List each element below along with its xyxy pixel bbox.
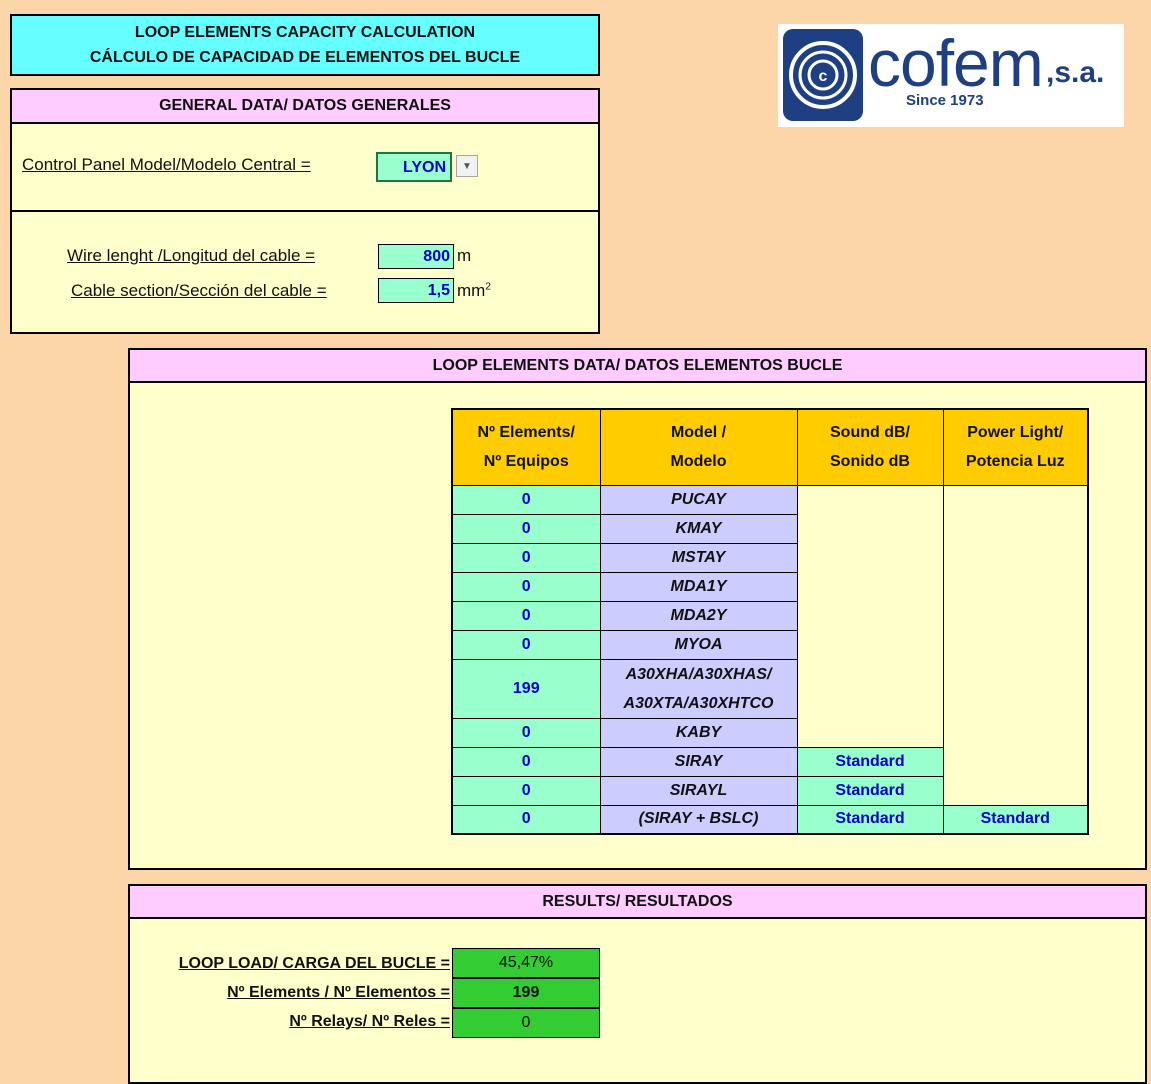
table-header-row: Nº Elements/Nº Equipos Model / Modelo Sou… bbox=[451, 408, 1089, 486]
loop-load-label: LOOP LOAD/ CARGA DEL BUCLE = bbox=[178, 955, 450, 972]
count-cell[interactable]: 0 bbox=[451, 571, 601, 602]
col-header-sound-line1: Sound dB/ bbox=[830, 424, 910, 442]
model-cell: A30XHA/A30XHAS/A30XTA/A30XHTCO bbox=[599, 658, 798, 719]
model-cell: MYOA bbox=[599, 629, 798, 660]
loop-elements-header: LOOP ELEMENTS DATA/ DATOS ELEMENTOS BUCL… bbox=[130, 350, 1145, 383]
count-cell[interactable]: 0 bbox=[451, 600, 601, 631]
relays-count-label: Nº Relays/ Nº Reles = bbox=[289, 1013, 450, 1030]
count-cell[interactable]: 0 bbox=[451, 717, 601, 748]
loop-elements-table: Nº Elements/Nº Equipos Model / Modelo Sou… bbox=[451, 408, 1089, 835]
col-header-model: Model / Modelo bbox=[599, 408, 798, 486]
model-cell: (SIRAY + BSLC) bbox=[599, 804, 798, 835]
count-cell[interactable]: 199 bbox=[451, 658, 601, 719]
col-header-light-line2: Potencia Luz bbox=[965, 453, 1065, 471]
col-header-model-line2: Modelo bbox=[670, 453, 727, 471]
table-row: 0 PUCAY bbox=[451, 484, 1089, 806]
relays-count-value: 0 bbox=[452, 1008, 600, 1038]
count-cell[interactable]: 0 bbox=[451, 775, 601, 806]
control-panel-select[interactable]: LYON bbox=[376, 152, 452, 182]
count-cell[interactable]: 0 bbox=[451, 542, 601, 573]
svg-text:c: c bbox=[819, 68, 828, 85]
wire-length-unit: m bbox=[457, 246, 472, 265]
model-cell: KABY bbox=[599, 717, 798, 748]
model-cell: SIRAYL bbox=[599, 775, 798, 806]
col-header-count-line1: Nº Elements/ bbox=[477, 424, 575, 442]
logo-since-text: Since 1973 bbox=[906, 92, 984, 109]
model-cell: MDA1Y bbox=[599, 571, 798, 602]
model-cell: SIRAY bbox=[599, 746, 798, 777]
title-english: LOOP ELEMENTS CAPACITY CALCULATION bbox=[134, 24, 476, 41]
elements-count-value: 199 bbox=[452, 978, 600, 1008]
company-logo: c cofem ,s.a. Since 1973 bbox=[778, 24, 1124, 127]
sound-empty-cell bbox=[796, 484, 944, 748]
model-cell: KMAY bbox=[599, 513, 798, 544]
model-cell: MDA2Y bbox=[599, 600, 798, 631]
count-cell[interactable]: 0 bbox=[451, 746, 601, 777]
sound-cell[interactable]: Standard bbox=[796, 775, 944, 806]
cable-section-unit: mm2 bbox=[457, 281, 491, 301]
wire-length-input[interactable]: 800 bbox=[378, 244, 454, 269]
count-cell[interactable]: 0 bbox=[451, 629, 601, 660]
title-spanish: CÁLCULO DE CAPACIDAD DE ELEMENTOS DEL BU… bbox=[89, 49, 521, 66]
light-empty-cell bbox=[942, 484, 1089, 806]
wire-length-label: Wire lenght /Longitud del cable = bbox=[67, 246, 316, 265]
logo-brand-text: cofem bbox=[868, 26, 1044, 100]
col-header-light: Power Light/Potencia Luz bbox=[942, 408, 1089, 486]
col-header-light-line1: Power Light/ bbox=[967, 424, 1064, 442]
cable-section-unit-sup: 2 bbox=[485, 281, 491, 293]
elements-count-label: Nº Elements / Nº Elementos = bbox=[227, 984, 450, 1001]
model-line2: A30XTA/A30XHTCO bbox=[623, 694, 774, 712]
model-cell: MSTAY bbox=[599, 542, 798, 573]
general-data-header: GENERAL DATA/ DATOS GENERALES bbox=[12, 90, 598, 124]
col-header-sound-line2: Sonido dB bbox=[830, 453, 910, 471]
light-cell[interactable]: Standard bbox=[942, 804, 1089, 835]
sound-cell[interactable]: Standard bbox=[796, 746, 944, 777]
logo-suffix-text: ,s.a. bbox=[1046, 56, 1105, 89]
cable-section-input[interactable]: 1,5 bbox=[378, 278, 454, 303]
cofem-emblem-icon: c bbox=[783, 29, 863, 121]
results-header: RESULTS/ RESULTADOS bbox=[130, 886, 1145, 919]
col-header-sound: Sound dB/Sonido dB bbox=[796, 408, 944, 486]
section-divider bbox=[12, 210, 598, 212]
title-box: LOOP ELEMENTS CAPACITY CALCULATION CÁLCU… bbox=[10, 14, 600, 76]
count-cell[interactable]: 0 bbox=[451, 484, 601, 515]
model-cell: PUCAY bbox=[599, 484, 798, 515]
control-panel-label: Control Panel Model/Modelo Central = bbox=[22, 155, 311, 174]
cable-section-unit-text: mm bbox=[457, 281, 486, 300]
col-header-count-line2: Nº Equipos bbox=[483, 453, 569, 471]
col-header-count: Nº Elements/Nº Equipos bbox=[451, 408, 601, 486]
col-header-model-line1: Model / bbox=[670, 424, 727, 442]
model-line1: A30XHA/A30XHAS/ bbox=[625, 665, 772, 683]
count-cell[interactable]: 0 bbox=[451, 804, 601, 835]
chevron-down-icon[interactable]: ▼ bbox=[456, 155, 478, 177]
sound-cell[interactable]: Standard bbox=[796, 804, 944, 835]
table-row: 0 (SIRAY + BSLC) Standard Standard bbox=[451, 804, 1089, 835]
count-cell[interactable]: 0 bbox=[451, 513, 601, 544]
cable-section-label: Cable section/Sección del cable = bbox=[71, 281, 327, 300]
loop-load-value: 45,47% bbox=[452, 948, 600, 978]
